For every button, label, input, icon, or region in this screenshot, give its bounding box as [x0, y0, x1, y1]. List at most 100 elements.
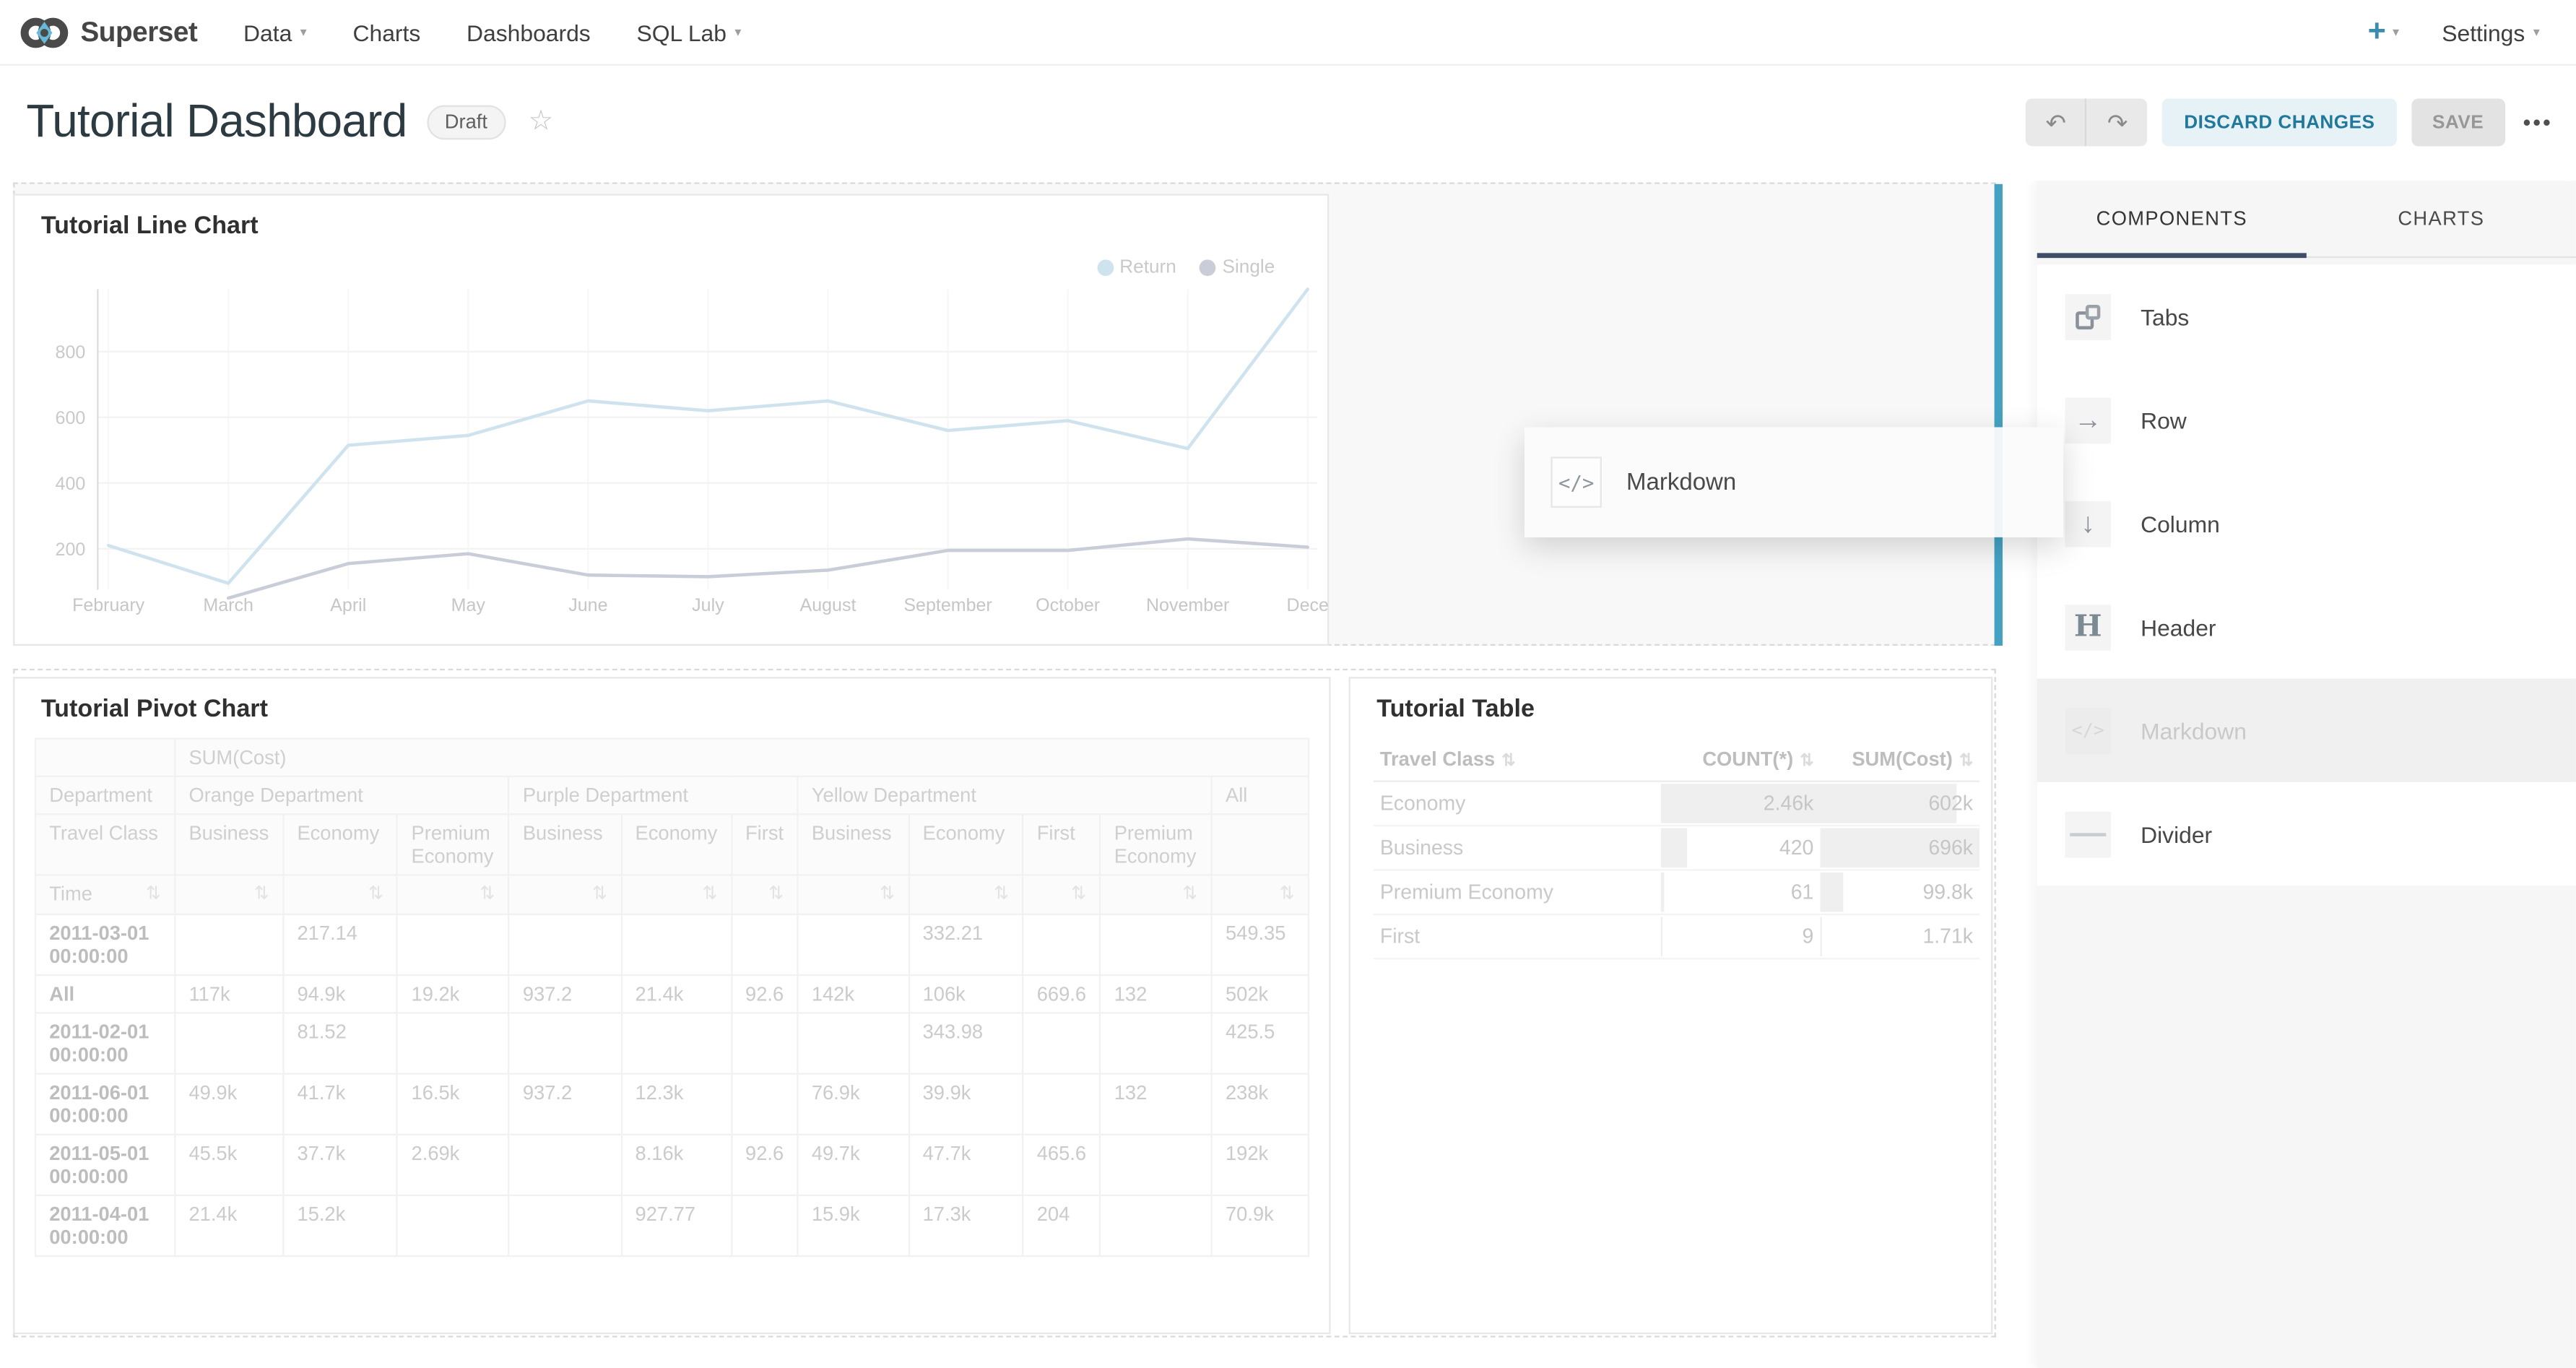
- svg-text:November: November: [1146, 595, 1229, 615]
- row-arrow-icon: →: [2065, 397, 2111, 443]
- svg-text:July: July: [692, 595, 724, 615]
- column-header[interactable]: SUM(Cost)⇅: [1820, 737, 1979, 781]
- pivot-chart-card[interactable]: Tutorial Pivot Chart SUM(Cost)Department…: [13, 677, 1330, 1334]
- draft-status-badge: Draft: [427, 104, 506, 139]
- divider-icon: [2065, 811, 2111, 857]
- top-navbar: Superset Data▾ Charts Dashboards SQL Lab…: [0, 0, 2576, 66]
- svg-text:800: 800: [56, 342, 86, 363]
- brand-name: Superset: [80, 16, 197, 48]
- markdown-code-icon: </>: [2065, 707, 2111, 753]
- sort-toggle-icon[interactable]: ⇅: [880, 883, 895, 904]
- pivot-row: 2011-03-01 00:00:00217.14332.21549.35: [35, 914, 1309, 975]
- svg-text:February: February: [72, 595, 145, 615]
- component-item-header[interactable]: H Header: [2037, 575, 2576, 678]
- drop-target-indicator: [1995, 184, 2003, 646]
- superset-logo[interactable]: Superset: [19, 14, 197, 50]
- new-item-button[interactable]: + ▾: [2368, 17, 2400, 48]
- component-item-markdown[interactable]: </> Markdown: [2037, 678, 2576, 782]
- component-list: Tabs → Row ↓ Column H Header </> Markdow…: [2037, 264, 2576, 886]
- sort-toggle-icon[interactable]: ⇅: [1071, 883, 1086, 904]
- svg-text:May: May: [451, 595, 486, 615]
- sort-toggle-icon[interactable]: ⇅: [1182, 883, 1197, 904]
- sort-toggle-icon[interactable]: ⇅: [368, 883, 383, 904]
- chart-title: Tutorial Pivot Chart: [41, 695, 268, 723]
- sort-toggle-icon: ⇅: [1501, 753, 1515, 771]
- line-chart-card[interactable]: Tutorial Line Chart Return Single 200400…: [13, 194, 1329, 646]
- drag-preview-label: Markdown: [1626, 469, 1736, 495]
- nav-item-dashboards[interactable]: Dashboards: [467, 19, 591, 45]
- page-title[interactable]: Tutorial Dashboard: [26, 95, 407, 148]
- sort-toggle-icon[interactable]: ⇅: [146, 883, 161, 904]
- discard-changes-button[interactable]: DISCARD CHANGES: [2163, 98, 2396, 146]
- table-row: First91.71k: [1374, 914, 1979, 958]
- dashboard-canvas: Tutorial Line Chart Return Single 200400…: [0, 181, 2037, 1368]
- markdown-code-icon: </>: [1551, 456, 1602, 508]
- sidebar-tabs: COMPONENTS CHARTS: [2037, 181, 2576, 258]
- chevron-down-icon: ▾: [2393, 25, 2399, 39]
- column-header[interactable]: Travel Class⇅: [1374, 737, 1661, 781]
- sort-toggle-icon[interactable]: ⇅: [254, 883, 269, 904]
- pivot-table: SUM(Cost)DepartmentOrange DepartmentPurp…: [35, 737, 1309, 1319]
- redo-button[interactable]: ↷: [2087, 98, 2148, 146]
- header-icon: H: [2065, 604, 2111, 650]
- legend-item-single[interactable]: Single: [1200, 258, 1275, 277]
- sort-toggle-icon: ⇅: [1959, 753, 1973, 771]
- tabs-icon: [2065, 293, 2111, 339]
- svg-text:April: April: [330, 595, 366, 615]
- more-options-icon[interactable]: •••: [2523, 110, 2553, 134]
- nav-menu: Data▾ Charts Dashboards SQL Lab▾: [243, 19, 741, 45]
- pivot-row: 2011-02-01 00:00:0081.52343.98425.5: [35, 1013, 1309, 1073]
- sort-toggle-icon[interactable]: ⇅: [994, 883, 1009, 904]
- component-item-row[interactable]: → Row: [2037, 368, 2576, 472]
- pivot-row: All117k94.9k19.2k937.221.4k92.6142k106k6…: [35, 975, 1309, 1013]
- svg-text:October: October: [1036, 595, 1100, 615]
- pivot-row: 2011-04-01 00:00:0021.4k15.2k927.7715.9k…: [35, 1195, 1309, 1256]
- save-button[interactable]: SAVE: [2411, 98, 2505, 146]
- sort-toggle-icon[interactable]: ⇅: [1280, 883, 1295, 904]
- sort-toggle-icon: ⇅: [1800, 753, 1813, 771]
- component-item-column[interactable]: ↓ Column: [2037, 472, 2576, 575]
- tab-charts[interactable]: CHARTS: [2307, 181, 2576, 256]
- chart-title: Tutorial Table: [1376, 695, 1535, 723]
- table-chart-card[interactable]: Tutorial Table Travel Class⇅COUNT(*)⇅SUM…: [1349, 677, 1993, 1334]
- svg-text:600: 600: [56, 408, 86, 428]
- chevron-down-icon: ▾: [734, 25, 741, 39]
- sort-toggle-icon[interactable]: ⇅: [592, 883, 607, 904]
- component-item-divider[interactable]: Divider: [2037, 782, 2576, 886]
- chevron-down-icon: ▾: [300, 25, 307, 39]
- legend-dot: [1096, 259, 1113, 276]
- svg-text:Dece: Dece: [1287, 595, 1329, 615]
- table-row: Economy2.46k602k: [1374, 782, 1979, 826]
- nav-item-sqllab[interactable]: SQL Lab▾: [636, 19, 741, 45]
- pivot-row: 2011-05-01 00:00:0045.5k37.7k2.69k8.16k9…: [35, 1135, 1309, 1195]
- svg-text:August: August: [800, 595, 857, 615]
- sort-toggle-icon[interactable]: ⇅: [480, 883, 495, 904]
- grid-row-bottom[interactable]: Tutorial Pivot Chart SUM(Cost)Department…: [13, 669, 1996, 1338]
- nav-item-charts[interactable]: Charts: [353, 19, 421, 45]
- active-tab-indicator: [2037, 253, 2307, 258]
- svg-text:September: September: [903, 595, 992, 615]
- svg-text:400: 400: [56, 474, 86, 494]
- infinity-logo-icon: [19, 14, 69, 50]
- grid-row-top[interactable]: Tutorial Line Chart Return Single 200400…: [13, 183, 1996, 646]
- plus-icon: +: [2368, 17, 2386, 48]
- chevron-down-icon: ▾: [2533, 25, 2540, 39]
- settings-menu[interactable]: Settings▾: [2442, 19, 2540, 45]
- table-row: Business420696k: [1374, 826, 1979, 870]
- data-table: Travel Class⇅COUNT(*)⇅SUM(Cost)⇅Economy2…: [1374, 737, 1968, 959]
- chart-legend: Return Single: [1096, 258, 1275, 277]
- column-header[interactable]: COUNT(*)⇅: [1661, 737, 1821, 781]
- favorite-star-icon[interactable]: ☆: [529, 105, 554, 138]
- svg-text:June: June: [568, 595, 607, 615]
- legend-dot: [1200, 259, 1216, 276]
- component-item-tabs[interactable]: Tabs: [2037, 264, 2576, 368]
- dashboard-header: Tutorial Dashboard Draft ☆ ↶ ↷ DISCARD C…: [0, 66, 2576, 181]
- legend-item-return[interactable]: Return: [1096, 258, 1176, 277]
- sort-toggle-icon[interactable]: ⇅: [768, 883, 784, 904]
- sort-toggle-icon[interactable]: ⇅: [702, 883, 717, 904]
- tab-components[interactable]: COMPONENTS: [2037, 181, 2307, 256]
- nav-item-data[interactable]: Data▾: [243, 19, 307, 45]
- svg-text:200: 200: [56, 540, 86, 560]
- drag-preview-markdown[interactable]: </> Markdown: [1525, 427, 2063, 537]
- undo-button[interactable]: ↶: [2026, 98, 2087, 146]
